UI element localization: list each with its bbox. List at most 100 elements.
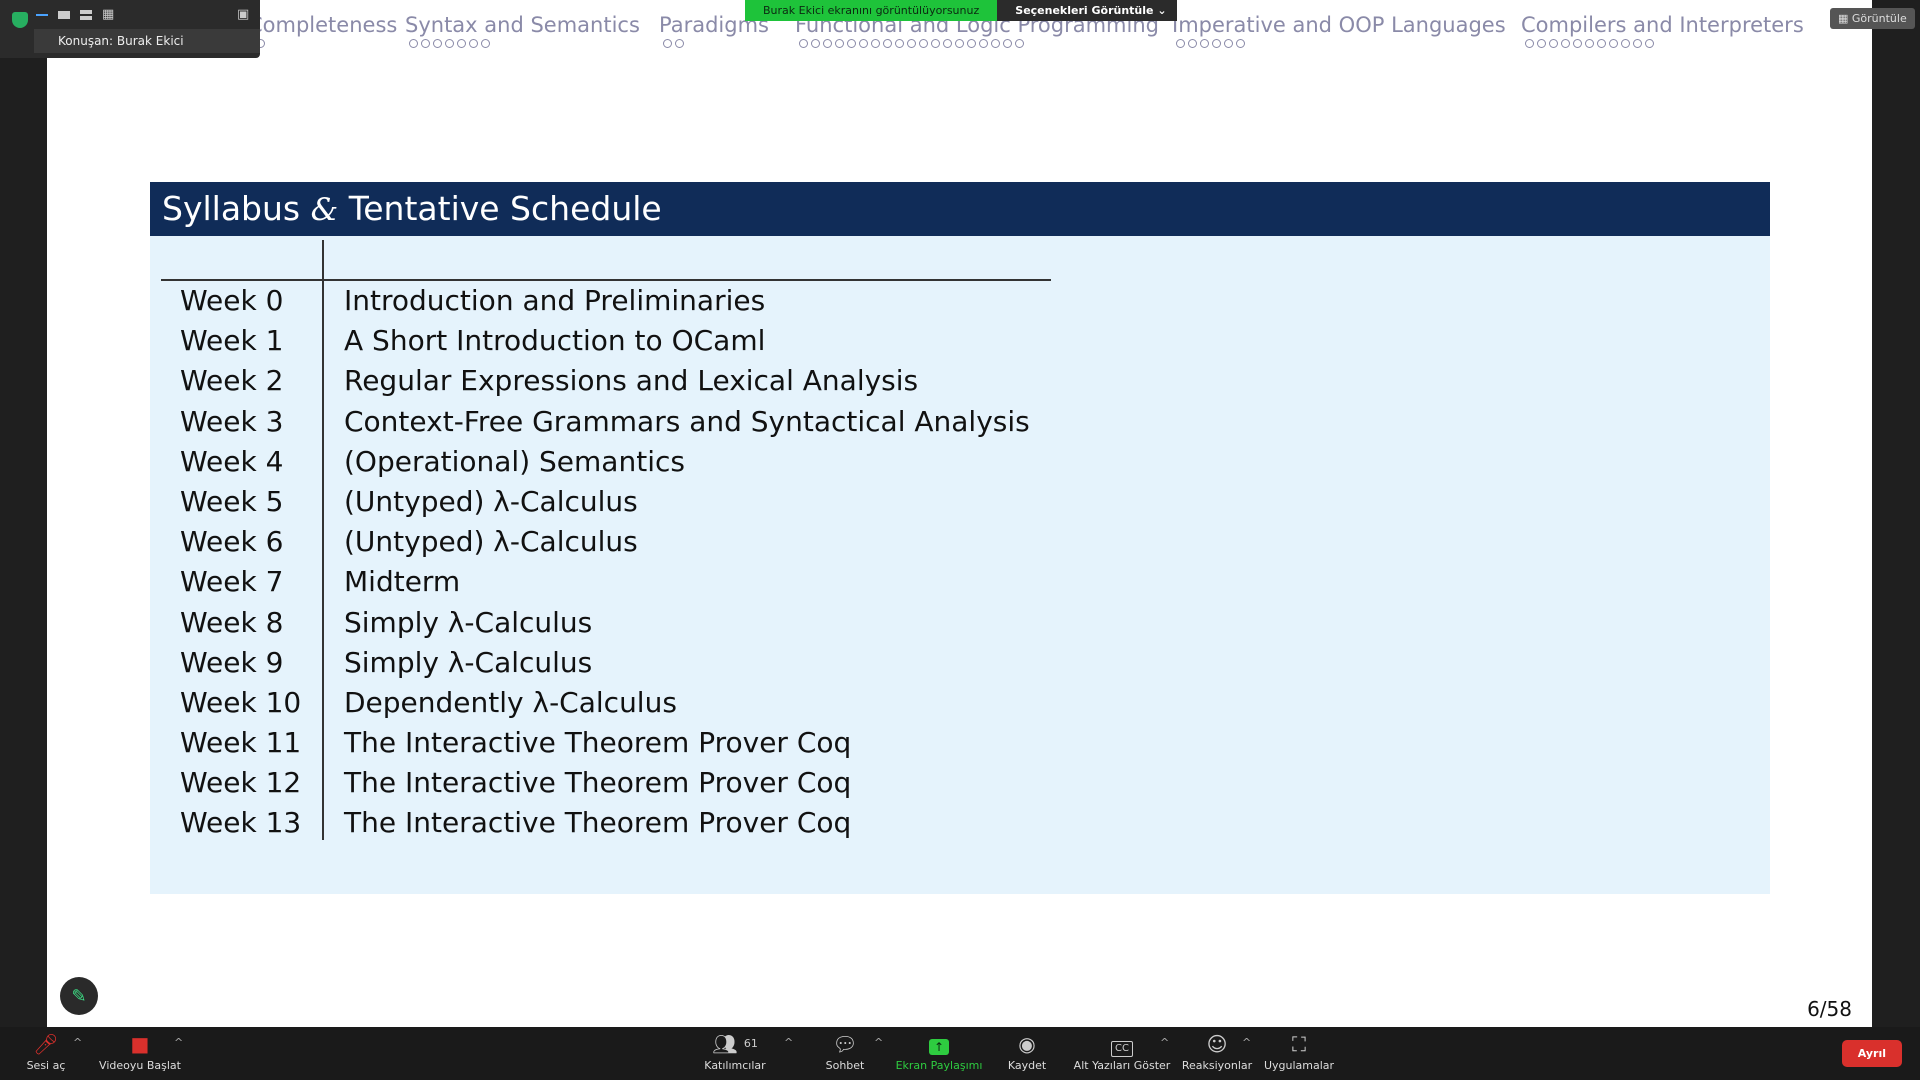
topic-cell: The Interactive Theorem Prover Coq	[344, 766, 852, 800]
nav-subsection-dot[interactable]	[675, 39, 684, 48]
table-row: Week 2 Regular Expressions and Lexical An…	[161, 361, 1051, 401]
view-options-button[interactable]: Seçenekleri Görüntüle ⌄	[997, 0, 1177, 21]
chat-button[interactable]: 💬︎ Sohbet	[820, 1033, 870, 1072]
nav-section[interactable]: Compilers and Interpreters	[1521, 12, 1804, 48]
nav-subsection-dot[interactable]	[1236, 39, 1245, 48]
topic-cell: (Operational) Semantics	[344, 444, 685, 478]
nav-subsection-dots	[405, 39, 640, 48]
speaker-view-icon[interactable]	[58, 8, 76, 22]
annotate-pen-icon[interactable]: ✎	[60, 977, 98, 1015]
nav-subsection-dot[interactable]	[1224, 39, 1233, 48]
nav-subsection-dot[interactable]	[847, 39, 856, 48]
nav-subsection-dot[interactable]	[1176, 39, 1185, 48]
nav-subsection-dot[interactable]	[409, 39, 418, 48]
nav-subsection-dot[interactable]	[469, 39, 478, 48]
captions-button[interactable]: CC Alt Yazıları Göster	[1072, 1033, 1172, 1072]
table-row: Week 8 Simply λ-Calculus	[161, 603, 1051, 643]
nav-subsection-dot[interactable]	[871, 39, 880, 48]
muted-mic-icon: 🎤︎	[33, 1032, 59, 1056]
unmute-button[interactable]: 🎤︎ Sesi aç	[22, 1033, 70, 1072]
topic-cell: Dependently λ-Calculus	[344, 685, 677, 719]
nav-subsection-dot[interactable]	[1549, 39, 1558, 48]
nav-subsection-dot[interactable]	[919, 39, 928, 48]
shared-screen: g Completeness Syntax and Semantics Paradi…	[47, 0, 1872, 1027]
start-video-button[interactable]: ■ Videoyu Başlat	[98, 1033, 182, 1072]
nav-subsection-dot[interactable]	[481, 39, 490, 48]
nav-subsection-dot[interactable]	[1609, 39, 1618, 48]
nav-subsection-dot[interactable]	[979, 39, 988, 48]
nav-section-label: Syntax and Semantics	[405, 13, 640, 37]
week-cell: Week 6	[180, 525, 284, 559]
chat-caret[interactable]: ^	[874, 1036, 883, 1049]
apps-button[interactable]: ⛶ Uygulamalar	[1260, 1033, 1338, 1072]
participants-button[interactable]: 👥︎ 61 Katılımcılar	[700, 1033, 770, 1072]
nav-subsection-dot[interactable]	[663, 39, 672, 48]
nav-subsection-dot[interactable]	[811, 39, 820, 48]
table-row: Week 0 Introduction and Preliminaries	[161, 281, 1051, 321]
nav-subsection-dot[interactable]	[433, 39, 442, 48]
nav-subsection-dot[interactable]	[907, 39, 916, 48]
captions-label: Alt Yazıları Göster	[1073, 1059, 1171, 1072]
audio-options-caret[interactable]: ^	[73, 1036, 82, 1049]
nav-section[interactable]: Imperative and OOP Languages	[1172, 12, 1506, 48]
strip-view-icon[interactable]	[80, 8, 98, 22]
captions-caret[interactable]: ^	[1160, 1036, 1169, 1049]
minimize-icon[interactable]	[36, 8, 54, 22]
video-off-icon: ■	[130, 1032, 150, 1056]
view-button-label: Görüntüle	[1851, 12, 1907, 25]
leave-button[interactable]: Ayrıl	[1841, 1040, 1902, 1067]
nav-subsection-dot[interactable]	[1003, 39, 1012, 48]
nav-subsection-dot[interactable]	[1188, 39, 1197, 48]
nav-subsection-dot[interactable]	[445, 39, 454, 48]
nav-subsection-dot[interactable]	[457, 39, 466, 48]
nav-subsection-dot[interactable]	[1212, 39, 1221, 48]
nav-subsection-dot[interactable]	[835, 39, 844, 48]
nav-subsection-dot[interactable]	[1537, 39, 1546, 48]
chat-icon: 💬︎	[832, 1032, 858, 1056]
share-screen-icon: ↑	[894, 1033, 984, 1055]
table-row: Week 7 Midterm	[161, 562, 1051, 602]
nav-subsection-dot[interactable]	[421, 39, 430, 48]
screen-share-banner: Burak Ekici ekranını görüntülüyorsunuz S…	[745, 0, 1177, 21]
table-row: Week 1 A Short Introduction to OCaml	[161, 321, 1051, 361]
gallery-view-icon[interactable]: ▦	[102, 8, 120, 22]
nav-subsection-dot[interactable]	[1597, 39, 1606, 48]
week-cell: Week 1	[180, 324, 284, 358]
nav-subsection-dot[interactable]	[943, 39, 952, 48]
nav-subsection-dot[interactable]	[1585, 39, 1594, 48]
week-cell: Week 3	[180, 404, 284, 438]
apps-icon: ⛶	[1292, 1032, 1306, 1056]
record-button[interactable]: ◉ Kaydet	[1000, 1033, 1054, 1072]
nav-subsection-dot[interactable]	[1561, 39, 1570, 48]
nav-subsection-dot[interactable]	[1633, 39, 1642, 48]
view-button[interactable]: ▦ Görüntüle	[1830, 8, 1915, 29]
nav-subsection-dot[interactable]	[1573, 39, 1582, 48]
nav-subsection-dot[interactable]	[883, 39, 892, 48]
participants-caret[interactable]: ^	[784, 1036, 793, 1049]
record-label: Kaydet	[1007, 1059, 1047, 1072]
nav-subsection-dot[interactable]	[1621, 39, 1630, 48]
active-speaker-label: Konuşan: Burak Ekici	[34, 29, 260, 53]
nav-subsection-dot[interactable]	[799, 39, 808, 48]
nav-subsection-dot[interactable]	[967, 39, 976, 48]
topic-cell: The Interactive Theorem Prover Coq	[344, 806, 852, 840]
nav-section[interactable]: Syntax and Semantics	[405, 12, 640, 48]
share-screen-button[interactable]: ↑ Ekran Paylaşımı	[894, 1033, 984, 1072]
schedule-table: Week 0 Introduction and Preliminaries Week…	[161, 240, 1051, 844]
nav-subsection-dot[interactable]	[991, 39, 1000, 48]
nav-subsection-dots	[795, 39, 1159, 48]
nav-subsection-dot[interactable]	[859, 39, 868, 48]
reactions-caret[interactable]: ^	[1242, 1036, 1251, 1049]
topic-cell: A Short Introduction to OCaml	[344, 324, 766, 358]
nav-subsection-dot[interactable]	[1525, 39, 1534, 48]
nav-subsection-dot[interactable]	[1200, 39, 1209, 48]
nav-subsection-dot[interactable]	[955, 39, 964, 48]
nav-subsection-dot[interactable]	[895, 39, 904, 48]
expand-window-icon[interactable]: ▣	[237, 8, 255, 22]
video-options-caret[interactable]: ^	[174, 1036, 183, 1049]
nav-subsection-dot[interactable]	[823, 39, 832, 48]
topic-cell: (Untyped) λ-Calculus	[344, 484, 638, 518]
nav-subsection-dot[interactable]	[931, 39, 940, 48]
nav-subsection-dot[interactable]	[1015, 39, 1024, 48]
nav-subsection-dot[interactable]	[1645, 39, 1654, 48]
